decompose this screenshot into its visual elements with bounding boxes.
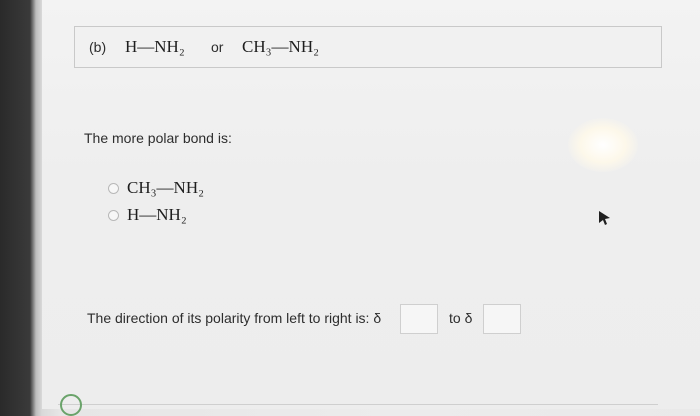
radio-h-nh2[interactable]	[108, 209, 119, 221]
help-circle-icon[interactable]	[60, 394, 82, 416]
radio-ch3-nh2[interactable]	[108, 182, 119, 194]
formula-left: H—NH₂	[125, 37, 185, 56]
question-part-label: (b)	[89, 39, 107, 55]
option-label: H—NH₂	[127, 205, 187, 224]
option-ch3-nh2[interactable]: CH₃—NH₂	[108, 178, 204, 198]
formula-right: CH₃—NH₂	[242, 37, 320, 56]
to-delta-label: to δ	[449, 310, 473, 326]
or-text: or	[211, 39, 224, 55]
direction-prompt: The direction of its polarity from left …	[87, 310, 382, 326]
option-label: CH₃—NH₂	[127, 178, 205, 197]
screen-glare	[568, 118, 638, 172]
option-h-nh2[interactable]: H—NH₂	[108, 205, 187, 225]
mouse-pointer-icon	[599, 211, 610, 225]
delta-second-input[interactable]	[483, 304, 521, 334]
polar-bond-prompt: The more polar bond is:	[84, 130, 232, 146]
delta-first-input[interactable]	[400, 304, 438, 334]
bottom-divider	[58, 404, 658, 405]
question-box: (b) H—NH₂ or CH₃—NH₂	[74, 26, 662, 68]
